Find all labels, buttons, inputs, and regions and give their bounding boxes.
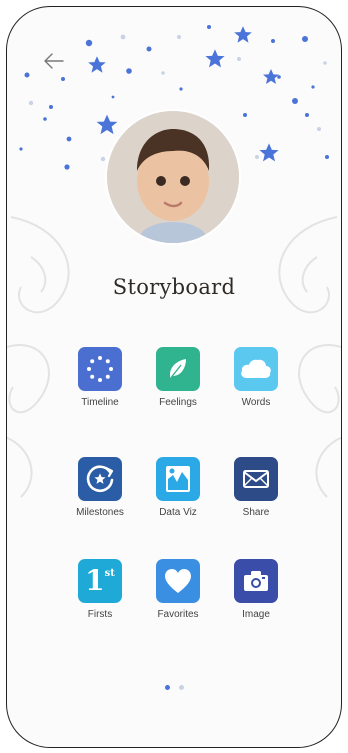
first-badge-icon: 1st [85,567,115,595]
page-dot-inactive[interactable] [178,685,184,690]
milestones-tile [78,457,122,501]
arrow-left-icon [44,53,64,69]
feather-icon [169,359,186,380]
favorites-tile [156,559,200,603]
menu-label: Milestones [76,507,124,518]
menu-label: Favorites [157,609,199,620]
menu-item-share[interactable]: Share [217,457,295,518]
menu-item-feelings[interactable]: Feelings [139,347,217,408]
heart-icon [165,569,191,593]
page-indicator [7,685,341,690]
menu-item-favorites[interactable]: Favorites [139,559,217,620]
menu-label: Image [242,609,270,620]
menu-item-image[interactable]: Image [217,559,295,620]
menu-label: Feelings [159,397,197,408]
child-avatar [107,111,239,243]
milestone-star-icon [86,465,114,493]
firsts-tile: 1st [78,559,122,603]
menu-item-firsts[interactable]: 1st Firsts [61,559,139,620]
menu-label: Data Viz [159,507,197,518]
page-title: Storyboard [112,275,236,299]
menu-item-milestones[interactable]: Milestones [61,457,139,518]
chart-icon [166,466,190,492]
timeline-ring-icon [87,356,113,382]
data-viz-tile [156,457,200,501]
back-button[interactable] [37,49,71,73]
timeline-tile [78,347,122,391]
firsts-number: 1 [85,564,105,597]
firsts-suffix: st [104,568,115,579]
menu-label: Firsts [87,609,113,620]
menu-label: Share [242,507,270,518]
page-dot-active[interactable] [164,685,170,690]
camera-icon [244,571,268,591]
menu-item-data-viz[interactable]: Data Viz [139,457,217,518]
share-tile [234,457,278,501]
cloud-icon [241,359,271,378]
phone-frame: Storyboard Timeline Feelings Words Miles… [6,6,342,748]
menu-label: Timeline [81,397,119,408]
image-tile [234,559,278,603]
menu-item-timeline[interactable]: Timeline [61,347,139,408]
envelope-icon [243,470,269,488]
menu-label: Words [241,397,271,408]
menu-item-words[interactable]: Words [217,347,295,408]
baby-photo-icon [107,111,239,243]
feelings-tile [156,347,200,391]
words-tile [234,347,278,391]
